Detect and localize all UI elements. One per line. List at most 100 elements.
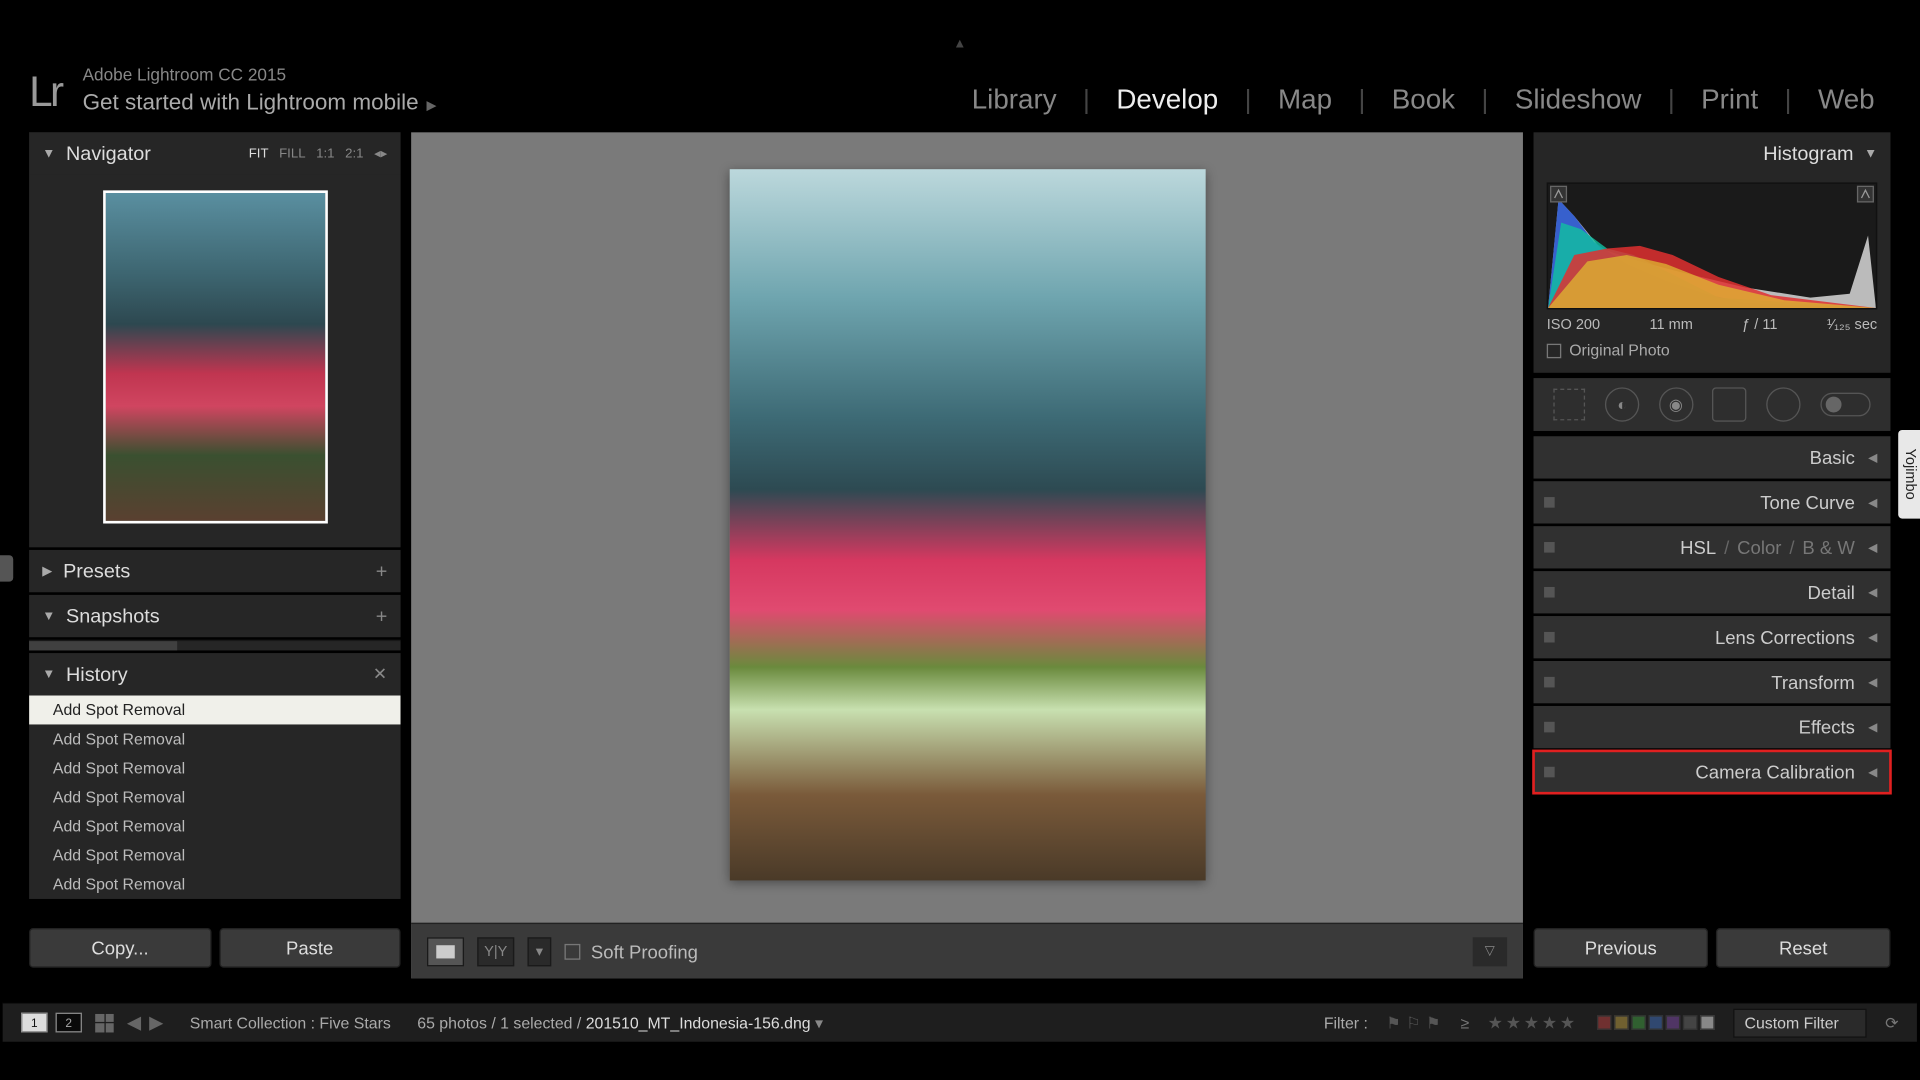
panel-lens-corrections[interactable]: Lens Corrections◀ — [1534, 616, 1891, 658]
history-item[interactable]: Add Spot Removal — [29, 870, 400, 899]
checkbox-icon[interactable] — [1547, 343, 1562, 358]
panel-switch-icon[interactable] — [1544, 677, 1555, 688]
navigator-header[interactable]: ▼ Navigator FIT FILL 1:1 2:1 ◂▸ — [29, 132, 400, 174]
center-panel: Y|Y ▾ Soft Proofing ▽ — [411, 132, 1523, 978]
history-item[interactable]: Add Spot Removal — [29, 783, 400, 812]
panel-camera-calibration[interactable]: Camera Calibration◀ — [1534, 751, 1891, 793]
develop-toolbar: Y|Y ▾ Soft Proofing ▽ — [411, 923, 1523, 979]
flag-filters: ⚑ ⚐ ⚑ — [1386, 1013, 1442, 1032]
previous-button[interactable]: Previous — [1534, 928, 1709, 968]
color-red[interactable] — [1596, 1015, 1611, 1030]
adjustment-brush-tool-icon[interactable] — [1820, 393, 1870, 417]
zoom-1-1[interactable]: 1:1 — [316, 146, 334, 161]
zoom-fill[interactable]: FILL — [279, 146, 305, 161]
module-slideshow[interactable]: Slideshow — [1488, 85, 1667, 117]
checkbox-icon[interactable] — [564, 943, 580, 959]
grid-view-icon[interactable] — [95, 1013, 114, 1032]
original-photo-toggle[interactable]: Original Photo — [1547, 341, 1878, 360]
rating-filter[interactable]: ★★★★★ — [1488, 1012, 1578, 1033]
history-item[interactable]: Add Spot Removal — [29, 841, 400, 870]
panel-switch-icon[interactable] — [1544, 632, 1555, 643]
side-tab-yojimbo[interactable]: Yojimbo — [1898, 430, 1920, 518]
dropdown-icon[interactable]: ▾ — [815, 1013, 823, 1032]
snapshots-header[interactable]: ▼ Snapshots + — [29, 595, 400, 637]
flag-reject-icon[interactable]: ⚑ — [1426, 1013, 1442, 1032]
histogram-meta: ISO 200 11 mm ƒ / 11 ¹⁄₁₂₅ sec — [1547, 317, 1878, 333]
custom-filter-dropdown[interactable]: Custom Filter — [1733, 1008, 1867, 1037]
snapshots-scrollbar[interactable] — [29, 640, 400, 651]
presets-header[interactable]: ▶ Presets + — [29, 550, 400, 592]
module-web[interactable]: Web — [1792, 85, 1901, 117]
spot-removal-tool-icon[interactable]: ◐ — [1605, 387, 1639, 421]
panel-tone-curve[interactable]: Tone Curve◀ — [1534, 481, 1891, 523]
paste-button[interactable]: Paste — [219, 928, 401, 968]
rating-ge-icon[interactable]: ≥ — [1460, 1013, 1469, 1032]
nav-forward-icon[interactable]: ▶ — [149, 1011, 163, 1033]
disclosure-left-icon: ◀ — [1868, 540, 1877, 555]
soft-proofing-toggle[interactable]: Soft Proofing — [564, 941, 697, 962]
panel-detail[interactable]: Detail◀ — [1534, 571, 1891, 613]
toolbar-collapse-icon[interactable]: ▽ — [1473, 937, 1507, 966]
app-subtitle[interactable]: Get started with Lightroom mobile▶ — [83, 90, 437, 116]
copy-button[interactable]: Copy... — [29, 928, 211, 968]
zoom-stepper-icon[interactable]: ◂▸ — [374, 146, 387, 161]
panel-hsl[interactable]: HSL/Color/B & W◀ — [1534, 526, 1891, 568]
history-header[interactable]: ▼ History ✕ — [29, 653, 400, 695]
monitor-1-icon[interactable]: 1 — [21, 1013, 47, 1033]
flag-unflagged-icon[interactable]: ⚐ — [1406, 1013, 1422, 1032]
crop-tool-icon[interactable] — [1554, 389, 1586, 421]
graduated-filter-tool-icon[interactable] — [1712, 387, 1746, 421]
before-after-y-icon[interactable]: Y|Y — [477, 937, 514, 966]
color-green[interactable] — [1631, 1015, 1646, 1030]
add-preset-icon[interactable]: + — [376, 560, 388, 582]
history-item[interactable]: Add Spot Removal — [29, 754, 400, 783]
nav-back-icon[interactable]: ◀ — [127, 1011, 141, 1033]
histogram-canvas[interactable] — [1547, 182, 1878, 309]
main-area: ▼ Navigator FIT FILL 1:1 2:1 ◂▸ ▶ — [0, 132, 1920, 978]
monitor-2-icon[interactable]: 2 — [56, 1013, 82, 1033]
panel-switch-icon[interactable] — [1544, 722, 1555, 733]
panel-switch-icon[interactable] — [1544, 587, 1555, 598]
color-yellow[interactable] — [1614, 1015, 1629, 1030]
source-path[interactable]: Smart Collection : Five Stars 65 photos … — [190, 1013, 823, 1032]
panel-grip-left[interactable] — [0, 555, 13, 581]
zoom-fit[interactable]: FIT — [249, 146, 269, 161]
clear-history-icon[interactable]: ✕ — [373, 664, 387, 685]
radial-filter-tool-icon[interactable] — [1766, 387, 1800, 421]
meta-shutter: ¹⁄₁₂₅ sec — [1827, 317, 1877, 333]
histogram-header[interactable]: Histogram ▼ — [1534, 132, 1891, 174]
reset-button[interactable]: Reset — [1716, 928, 1891, 968]
history-item[interactable]: Add Spot Removal — [29, 812, 400, 841]
history-item[interactable]: Add Spot Removal — [29, 724, 400, 753]
module-map[interactable]: Map — [1252, 85, 1359, 117]
module-develop[interactable]: Develop — [1090, 85, 1245, 117]
panel-basic[interactable]: Basic◀ — [1534, 436, 1891, 478]
module-book[interactable]: Book — [1365, 85, 1481, 117]
loupe-view-icon[interactable] — [427, 937, 464, 966]
disclosure-left-icon: ◀ — [1868, 630, 1877, 645]
expand-top-icon[interactable]: ▲ — [953, 37, 966, 52]
before-after-switch-icon[interactable]: ▾ — [527, 937, 551, 966]
flag-pick-icon[interactable]: ⚑ — [1386, 1013, 1402, 1032]
history-item[interactable]: Add Spot Removal — [29, 695, 400, 724]
module-library[interactable]: Library — [945, 85, 1083, 117]
panel-switch-icon[interactable] — [1544, 497, 1555, 508]
meta-iso: ISO 200 — [1547, 317, 1600, 333]
disclosure-down-icon: ▼ — [42, 609, 55, 624]
redeye-tool-icon[interactable]: ◉ — [1659, 387, 1693, 421]
main-photo[interactable] — [729, 169, 1205, 880]
navigator-thumbnail[interactable] — [102, 190, 327, 523]
module-print[interactable]: Print — [1675, 85, 1785, 117]
filter-lock-icon[interactable]: ⟳ — [1885, 1013, 1898, 1032]
panel-switch-icon[interactable] — [1544, 542, 1555, 553]
color-blue[interactable] — [1648, 1015, 1663, 1030]
zoom-2-1[interactable]: 2:1 — [345, 146, 363, 161]
color-purple[interactable] — [1665, 1015, 1680, 1030]
panel-transform[interactable]: Transform◀ — [1534, 661, 1891, 703]
panel-effects[interactable]: Effects◀ — [1534, 706, 1891, 748]
panel-switch-icon[interactable] — [1544, 767, 1555, 778]
color-none[interactable] — [1682, 1015, 1697, 1030]
color-custom[interactable] — [1700, 1015, 1715, 1030]
disclosure-down-icon: ▼ — [42, 667, 55, 682]
add-snapshot-icon[interactable]: + — [376, 605, 388, 627]
